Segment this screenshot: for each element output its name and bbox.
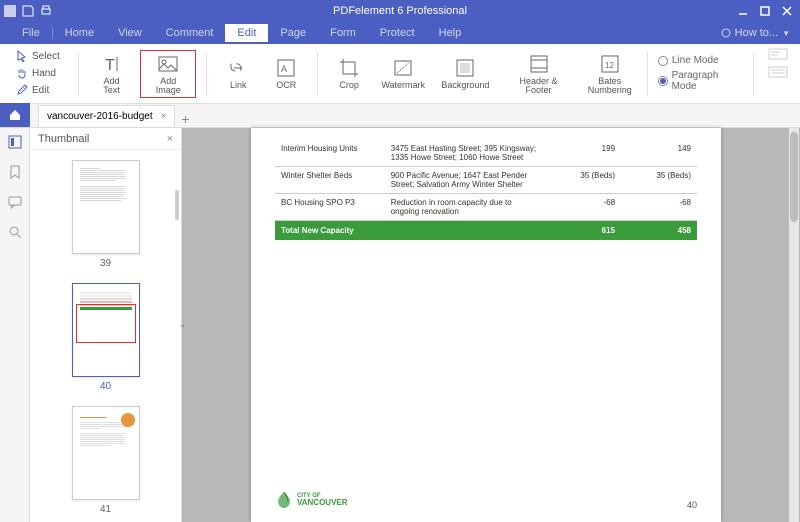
titlebar: PDFelement 6 Professional [0,0,800,22]
app-icon [4,5,16,17]
home-icon [8,108,22,122]
table-total-row: Total New Capacity615458 [275,221,697,241]
sidebar-icons [0,128,30,522]
thumbnail-title: Thumbnail [38,133,89,145]
header-footer-icon [528,53,550,75]
align-option-2[interactable] [768,66,788,78]
image-icon [157,53,179,75]
ocr-icon: A [275,57,297,79]
document-tab[interactable]: vancouver-2016-budget × [38,105,175,127]
add-image-button[interactable]: Add Image [140,50,196,98]
background-icon [454,57,476,79]
maximize-button[interactable] [756,4,774,18]
select-tool[interactable]: Select [12,48,64,64]
watermark-icon [392,57,414,79]
city-logo: CITY OFVANCOUVER [275,490,348,510]
thumbnail-panel: Thumbnail × 39 40 41 [30,128,182,522]
capacity-table: Interim Housing Units3475 East Hasting S… [275,140,697,240]
watermark-button[interactable]: Watermark [376,55,430,92]
tabbar: vancouver-2016-budget × + [0,104,800,128]
page-scrollbar[interactable] [789,128,799,522]
print-icon[interactable] [40,5,52,17]
menu-page[interactable]: Page [268,24,318,42]
thumbnail-page-39[interactable]: 39 [30,160,181,269]
panel-splitter[interactable]: ◂ [178,305,186,345]
link-button[interactable]: Link [217,55,259,92]
hand-tool[interactable]: Hand [12,65,60,81]
add-text-button[interactable]: T Add Text [89,51,135,97]
line-mode-radio[interactable]: Line Mode [658,55,743,66]
ocr-button[interactable]: A OCR [265,55,307,92]
bookmark-panel-icon[interactable] [7,164,23,180]
search-panel-icon[interactable] [7,224,23,240]
svg-text:T: T [105,57,115,74]
table-row: Interim Housing Units3475 East Hasting S… [275,140,697,167]
save-icon[interactable] [22,5,34,17]
menu-protect[interactable]: Protect [368,24,427,42]
background-button[interactable]: Background [436,55,494,92]
document-page: Interim Housing Units3475 East Hasting S… [251,128,721,522]
svg-text:A: A [281,64,287,74]
thumbnail-page-41[interactable]: 41 [30,406,181,515]
leaf-icon [275,490,293,510]
tab-close-button[interactable]: × [161,111,167,122]
thumbnail-panel-icon[interactable] [7,134,23,150]
link-icon [227,57,249,79]
lightbulb-icon [721,28,731,38]
thumbnail-selection-box [76,304,136,343]
header-footer-button[interactable]: Header & Footer [500,51,576,97]
page-viewport: ◂ Interim Housing Units3475 East Hasting… [182,128,800,522]
menu-edit[interactable]: Edit [225,24,268,42]
bates-icon: 12 [599,53,621,75]
bates-button[interactable]: 12 Bates Numbering [583,51,637,97]
close-button[interactable] [778,4,796,18]
menu-help[interactable]: Help [427,24,474,42]
menubar: File Home View Comment Edit Page Form Pr… [0,22,800,44]
pencil-icon [16,84,28,96]
table-row: BC Housing SPO P3Reduction in room capac… [275,194,697,221]
table-row: Winter Shelter Beds900 Pacific Avenue; 1… [275,167,697,194]
text-icon: T [101,53,123,75]
svg-text:12: 12 [605,61,614,70]
tab-add-button[interactable]: + [175,111,195,127]
minimize-button[interactable] [734,4,752,18]
page-number: 40 [687,500,697,510]
align-option-1[interactable] [768,48,788,60]
menu-file[interactable]: File [10,24,52,42]
crop-button[interactable]: Crop [328,55,370,92]
menu-form[interactable]: Form [318,24,368,42]
menu-view[interactable]: View [106,24,154,42]
menu-comment[interactable]: Comment [154,24,226,42]
paragraph-mode-radio[interactable]: Paragraph Mode [658,70,743,92]
thumbnail-scrollbar[interactable] [175,190,179,220]
app-title: PDFelement 6 Professional [124,5,676,17]
ribbon: Select Hand Edit T Add Text Add Image Li… [0,44,800,104]
edit-tool[interactable]: Edit [12,82,53,98]
comment-panel-icon[interactable] [7,194,23,210]
howto-link[interactable]: How to... ▼ [721,27,790,39]
crop-icon [338,57,360,79]
thumbnail-close-button[interactable]: × [167,133,173,145]
thumbnail-page-40[interactable]: 40 [30,283,181,392]
menu-home[interactable]: Home [53,24,106,42]
hand-icon [16,67,28,79]
home-tab[interactable] [0,103,30,127]
cursor-icon [16,50,28,62]
